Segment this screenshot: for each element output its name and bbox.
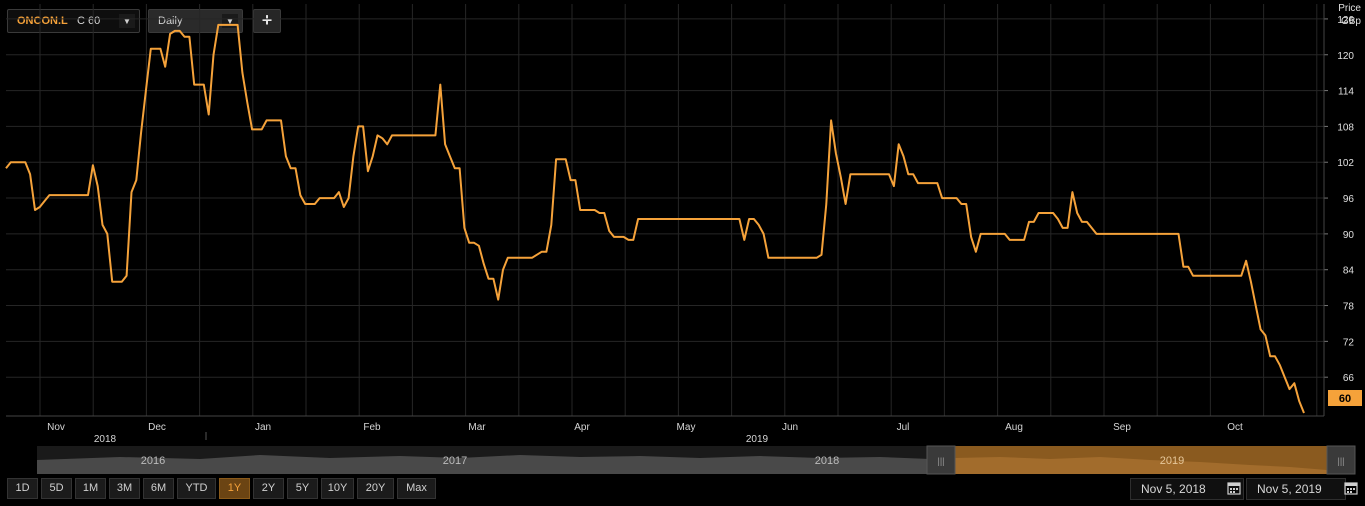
- x-tick-label: May: [677, 422, 696, 433]
- range-button-max[interactable]: Max: [397, 478, 436, 499]
- y-tick-label: 72: [1343, 337, 1355, 348]
- range-button-10y[interactable]: 10Y: [321, 478, 354, 499]
- range-button-1y[interactable]: 1Y: [219, 478, 250, 499]
- navigator-year-label: 2018: [815, 455, 839, 467]
- y-tick-label: 102: [1337, 158, 1354, 169]
- range-button-ytd[interactable]: YTD: [177, 478, 216, 499]
- x-tick-label: Jul: [897, 422, 910, 433]
- y-tick-label: 120: [1337, 51, 1354, 62]
- y-tick-label: 126: [1337, 15, 1354, 26]
- navigator: ||| ||| 2016 2017 2018 2019: [37, 445, 1356, 475]
- x-axis-labels: Nov Dec Jan Feb Mar Apr May Jun Jul Aug Sep Oct 2018…: [47, 422, 1243, 445]
- x-tick-label: Aug: [1005, 422, 1023, 433]
- y-tick-label: 90: [1343, 230, 1355, 241]
- end-date-value: Nov 5, 2019: [1257, 482, 1322, 496]
- x-tick-label: Mar: [468, 422, 486, 433]
- x-tick-label: Jan: [255, 422, 271, 433]
- range-button-1d[interactable]: 1D: [7, 478, 38, 499]
- y-tick-label: 114: [1338, 87, 1354, 98]
- x-tick-label: Apr: [574, 422, 590, 433]
- navigator-year-label: 2017: [443, 455, 467, 467]
- chart-grid: [6, 4, 1328, 417]
- price-chart[interactable]: Nov Dec Jan Feb Mar Apr May Jun Jul Aug Sep Oct 2018…: [0, 0, 1365, 506]
- calendar-icon[interactable]: [1343, 480, 1359, 496]
- x-tick-label: Nov: [47, 422, 65, 433]
- range-button-1m[interactable]: 1M: [75, 478, 106, 499]
- y-tick-label: 96: [1343, 194, 1355, 205]
- navigator-year-label: 2016: [141, 455, 165, 467]
- range-button-6m[interactable]: 6M: [143, 478, 174, 499]
- x-tick-label: Oct: [1227, 422, 1243, 433]
- y-tick-label: 108: [1337, 122, 1354, 133]
- navigator-left-handle-grip: |||: [937, 456, 944, 466]
- x-year-label: 2018: [94, 434, 117, 445]
- start-date-value: Nov 5, 2018: [1141, 482, 1206, 496]
- price-line: [5, 23, 1305, 414]
- last-value-label: 60: [1339, 393, 1351, 405]
- y-tick-label: 78: [1343, 302, 1355, 313]
- y-tick-label: 66: [1343, 373, 1355, 384]
- x-year-label: 2019: [746, 434, 769, 445]
- end-date-field[interactable]: Nov 5, 2019: [1246, 478, 1346, 500]
- calendar-icon[interactable]: [1226, 480, 1242, 496]
- x-tick-label: Sep: [1113, 422, 1131, 433]
- x-tick-label: Jun: [782, 422, 798, 433]
- navigator-year-label: 2019: [1160, 455, 1184, 467]
- y-axis-labels: 66 72 78 84 90 96 102 108 114 120 126: [1337, 15, 1354, 384]
- range-button-5d[interactable]: 5D: [41, 478, 72, 499]
- x-tick-label: Dec: [148, 422, 166, 433]
- range-button-20y[interactable]: 20Y: [357, 478, 394, 499]
- x-tick-label: Feb: [363, 422, 381, 433]
- y-tick-label: 84: [1343, 266, 1355, 277]
- range-button-5y[interactable]: 5Y: [287, 478, 318, 499]
- range-button-3m[interactable]: 3M: [109, 478, 140, 499]
- navigator-right-handle-grip: |||: [1337, 456, 1344, 466]
- range-button-2y[interactable]: 2Y: [253, 478, 284, 499]
